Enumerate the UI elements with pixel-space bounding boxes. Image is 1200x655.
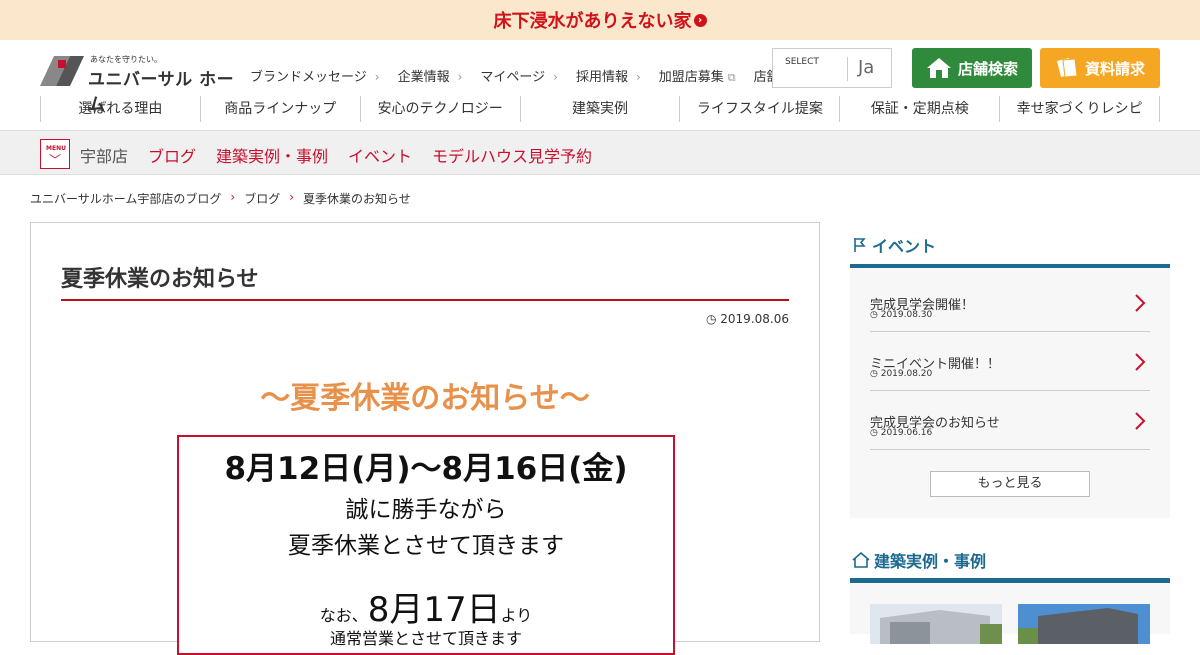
subnav-item-mypage[interactable]: マイページ › <box>480 66 558 85</box>
subnav-item-recruit[interactable]: 採用情報 › <box>576 66 641 85</box>
external-link-icon: ⧉ <box>727 71 736 84</box>
language-select[interactable]: SELECT Ja <box>772 48 892 88</box>
events-title-text: イベント <box>872 237 937 256</box>
works-title: 建築実例・事例 <box>852 548 986 572</box>
works-photo[interactable] <box>870 604 1002 644</box>
house-icon <box>926 58 951 78</box>
main-nav: 選ばれる理由 商品ラインナップ 安心のテクノロジー 建築実例 ライフスタイル提案… <box>40 96 1161 122</box>
chevron-down-icon: ﹀ <box>49 153 62 167</box>
store-link-works[interactable]: 建築実例・事例 <box>216 143 328 167</box>
store-links: ブログ 建築実例・事例 イベント モデルハウス見学予約 <box>148 143 612 167</box>
works-thumbnails <box>850 584 1170 644</box>
events-list: 完成見学会開催！ ◷ 2019.08.30 ミニイベント開催！！ ◷ 2019.… <box>850 268 1170 518</box>
chevron-right-icon <box>1135 294 1146 312</box>
language-select-label: SELECT <box>785 57 819 67</box>
mainnav-item-lifestyle[interactable]: ライフスタイル提案 <box>679 96 839 122</box>
notice-line5: 通常営業とさせて頂きます <box>329 629 522 648</box>
subnav-label: 加盟店募集 <box>658 70 724 85</box>
arrow-right-circle-icon: › <box>693 13 707 27</box>
breadcrumb: ユニバーサルホーム宇部店のブログ › ブログ › 夏季休業のお知らせ <box>30 190 411 207</box>
request-docs-button[interactable]: 資料請求 <box>1040 48 1160 88</box>
banner-link[interactable]: 床下浸水がありえない家 › <box>494 7 707 33</box>
event-date-text: 2019.08.30 <box>880 310 933 320</box>
event-date-text: 2019.06.16 <box>880 428 933 438</box>
mainnav-item-recipe[interactable]: 幸せ家づくりレシピ <box>999 96 1161 122</box>
house-outline-icon <box>852 552 870 568</box>
store-search-button[interactable]: 店舗検索 <box>912 48 1032 88</box>
mainnav-item-warranty[interactable]: 保証・定期点検 <box>839 96 999 122</box>
subnav-item-company[interactable]: 企業情報 › <box>398 66 463 85</box>
breadcrumb-item-current: 夏季休業のお知らせ <box>303 192 411 206</box>
notice-line2: 誠に勝手ながら <box>345 497 507 523</box>
store-bar: MENU ﹀ 宇部店 ブログ 建築実例・事例 イベント モデルハウス見学予約 <box>0 130 1200 175</box>
notice-reopen-date: 8月17日 <box>367 590 501 630</box>
event-item[interactable]: ミニイベント開催！！ ◷ 2019.08.20 <box>870 332 1150 391</box>
event-date-text: 2019.08.20 <box>880 369 933 379</box>
logo-mark-icon <box>40 56 84 86</box>
subnav-item-franchise[interactable]: 加盟店募集 ⧉ <box>659 66 736 85</box>
works-title-text: 建築実例・事例 <box>874 552 987 571</box>
language-current: Ja <box>858 57 875 78</box>
event-date: ◷ 2019.08.20 <box>870 369 933 379</box>
chevron-right-icon <box>1135 412 1146 430</box>
works-rule <box>850 578 1170 583</box>
chevron-right-icon: › <box>289 190 295 204</box>
document-icon <box>1056 58 1078 78</box>
logo-tagline: あなたを守りたい。 <box>90 55 162 64</box>
subnav-item-brand[interactable]: ブランドメッセージ › <box>250 66 380 85</box>
notice-reopen: なお、8月17日より <box>179 582 673 631</box>
notice-pre: なお、 <box>319 606 368 625</box>
event-item[interactable]: 完成見学会開催！ ◷ 2019.08.30 <box>870 273 1150 332</box>
request-docs-label: 資料請求 <box>1084 59 1145 78</box>
top-banner: 床下浸水がありえない家 › <box>0 0 1200 40</box>
subnav-label: マイページ <box>480 70 546 85</box>
article-title: 夏季休業のお知らせ <box>61 267 259 292</box>
notice-box: 8月12日(月)～8月16日(金) 誠に勝手ながら 夏季休業とさせて頂きます な… <box>177 435 675 655</box>
events-title: イベント <box>852 233 936 257</box>
utility-nav: ブランドメッセージ› 企業情報› マイページ› 採用情報› 加盟店募集⧉ 店舗採… <box>250 66 862 85</box>
notice-line3: 夏季休業とさせて頂きます <box>288 533 564 559</box>
event-item[interactable]: 完成見学会のお知らせ ◷ 2019.06.16 <box>870 391 1150 450</box>
store-link-model-house[interactable]: モデルハウス見学予約 <box>432 143 592 167</box>
store-name: 宇部店 <box>80 147 129 166</box>
banner-text: 床下浸水がありえない家 <box>493 11 692 32</box>
chevron-right-icon <box>1135 353 1146 371</box>
notice-dates: 8月12日(月)～8月16日(金) <box>224 451 628 487</box>
store-link-blog[interactable]: ブログ <box>148 143 196 167</box>
clock-icon: ◷ <box>705 312 717 326</box>
store-link-events[interactable]: イベント <box>348 143 412 167</box>
language-divider <box>847 57 848 81</box>
breadcrumb-item-store-blog[interactable]: ユニバーサルホーム宇部店のブログ <box>30 190 221 207</box>
site-header: あなたを守りたい。 ユニバーサル ホーム ブランドメッセージ › 企業情報 › マイ… <box>0 40 1200 130</box>
event-date: ◷ 2019.06.16 <box>870 428 933 438</box>
chevron-right-icon: › <box>374 70 380 84</box>
chevron-right-icon: › <box>230 190 236 204</box>
subnav-label: 採用情報 <box>575 70 628 85</box>
chevron-right-icon: › <box>553 70 558 84</box>
flag-icon <box>854 238 866 252</box>
works-photo[interactable] <box>1018 604 1150 644</box>
store-menu-button[interactable]: MENU ﹀ <box>40 139 70 169</box>
more-events-button[interactable]: もっと見る <box>930 471 1090 497</box>
mainnav-item-works[interactable]: 建築実例 <box>519 96 680 122</box>
breadcrumb-item-blog[interactable]: ブログ <box>244 190 280 207</box>
store-search-label: 店舗検索 <box>957 59 1018 78</box>
title-underline <box>61 299 789 301</box>
mainnav-item-products[interactable]: 商品ラインナップ <box>199 96 360 122</box>
mainnav-item-technology[interactable]: 安心のテクノロジー <box>359 96 520 122</box>
article-date: ◷ 2019.08.06 <box>706 312 789 326</box>
subnav-label: 企業情報 <box>397 70 450 85</box>
notice-heading: ～夏季休業のお知らせ～ <box>260 381 590 416</box>
article-date-text: 2019.08.06 <box>720 312 789 326</box>
event-date: ◷ 2019.08.30 <box>870 310 933 320</box>
notice-post: より <box>500 606 533 625</box>
chevron-right-icon: › <box>457 70 463 84</box>
site-logo[interactable]: あなたを守りたい。 ユニバーサル ホーム <box>40 52 235 115</box>
article-card: 夏季休業のお知らせ ◷ 2019.08.06 ～夏季休業のお知らせ～ 8月12日… <box>30 222 820 655</box>
subnav-label: ブランドメッセージ <box>250 70 367 85</box>
chevron-right-icon: › <box>635 70 641 84</box>
mainnav-item-reasons[interactable]: 選ばれる理由 <box>40 96 200 122</box>
